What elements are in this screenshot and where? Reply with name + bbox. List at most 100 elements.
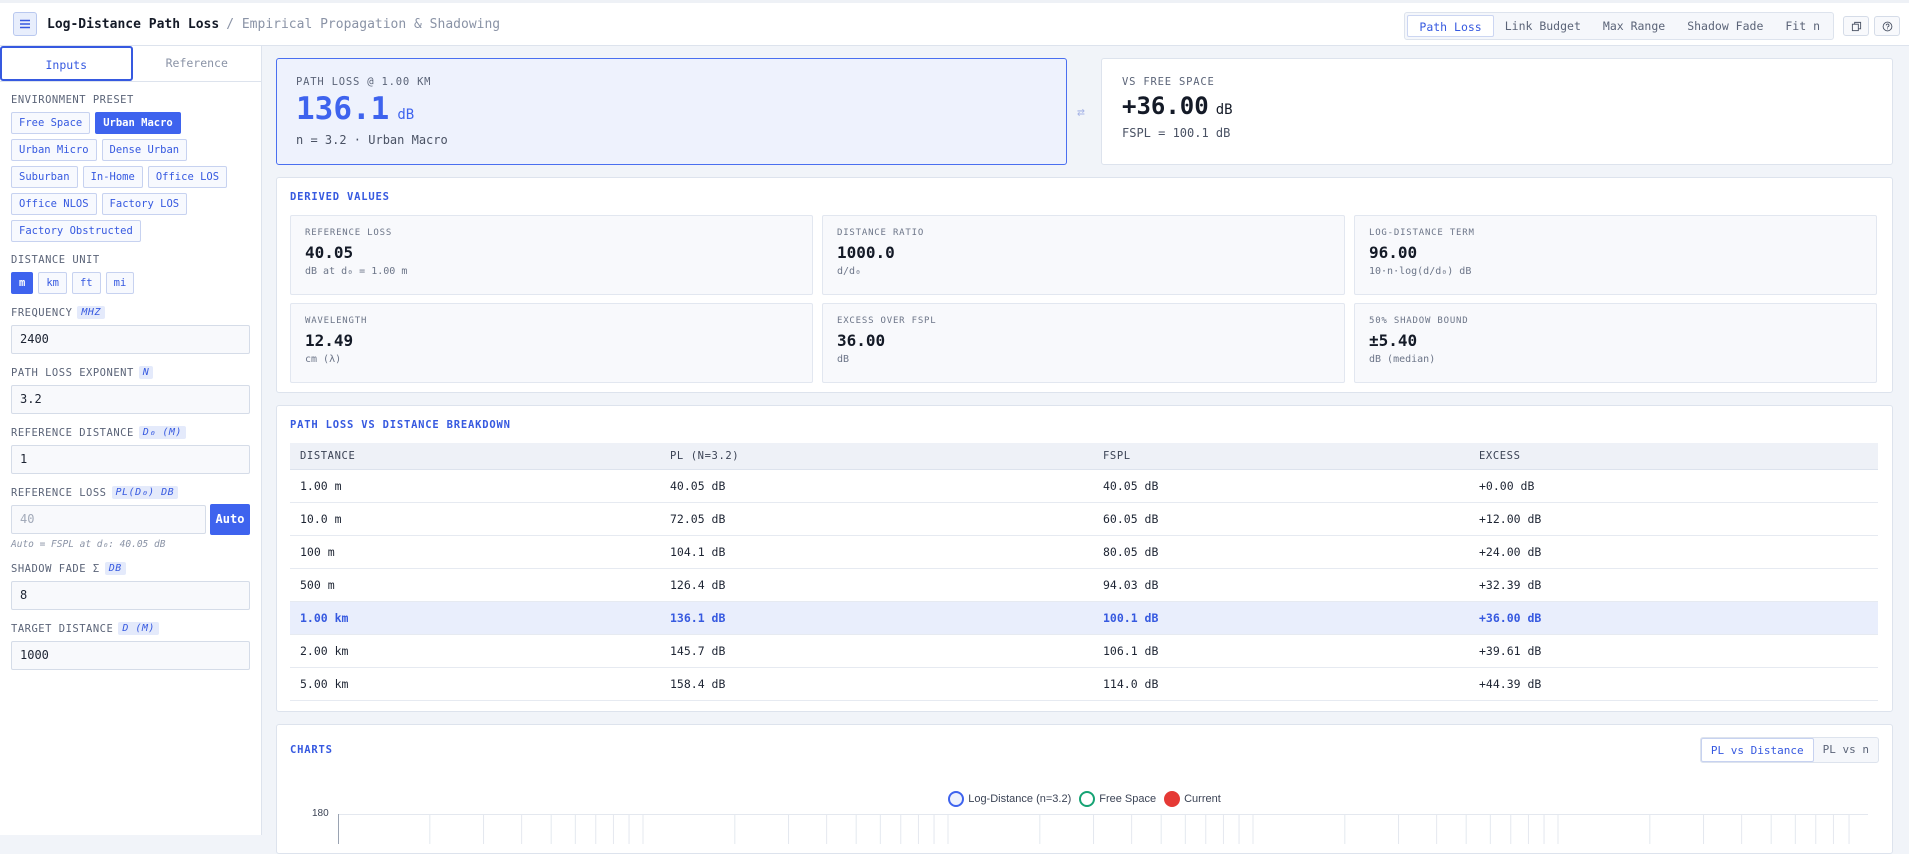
ref-loss-hint: Auto = FSPL at d₀: 40.05 dB [11,539,166,550]
sidebar: Inputs Reference ENVIRONMENT PRESET Free… [0,46,262,835]
table-cell: +0.00 dB [1469,469,1878,503]
main-nav: Path Loss Link Budget Max Range Shadow F… [1404,12,1834,40]
legend-free-space-swatch [1079,791,1096,807]
preset-factory-obstructed[interactable]: Factory Obstructed [11,220,141,242]
table-row[interactable]: 1.00 km 136.1 dB 100.1 dB +36.00 dB [290,601,1878,635]
table-cell: 104.1 dB [660,535,1093,569]
ref-loss-label: REFERENCE LOSS PL(D₀) DB [11,486,250,499]
breakdown-title: PATH LOSS VS DISTANCE BREAKDOWN [290,419,511,431]
table-cell: 1.00 km [290,601,660,635]
copy-button[interactable] [1843,16,1869,36]
table-row[interactable]: 2.00 km 145.7 dB 106.1 dB +39.61 dB [290,634,1878,668]
preset-in-home[interactable]: In-Home [82,166,143,188]
table-cell: 1.00 m [290,469,660,503]
y-tick-180: 180 [312,808,329,819]
table-header-row: DISTANCE PL (N=3.2) FSPL EXCESS [290,443,1878,470]
table-cell: 106.1 dB [1093,634,1469,668]
app-title: Log-Distance Path Loss [47,16,220,32]
table-cell: +36.00 dB [1469,601,1878,635]
table-cell: +39.61 dB [1469,634,1878,668]
table-cell: 126.4 dB [660,568,1093,602]
unit-ft[interactable]: ft [71,272,101,294]
tab-pl-vs-n[interactable]: PL vs n [1814,738,1878,762]
nav-max-range[interactable]: Max Range [1592,15,1676,37]
dv-log-distance-term: LOG-DISTANCE TERM 96.00 10·n·log(d/d₀) d… [1354,215,1877,295]
chart-legend: Log-Distance (n=3.2) Free Space Current [277,791,1892,807]
charts-title: CHARTS [290,744,333,756]
preset-dense-urban[interactable]: Dense Urban [101,139,188,161]
dv-excess-fspl: EXCESS OVER FSPL 36.00 dB [822,303,1345,383]
sidebar-tabs: Inputs Reference [0,46,261,82]
table-row[interactable]: 500 m 126.4 dB 94.03 dB +32.39 dB [290,568,1878,602]
preset-free-space[interactable]: Free Space [11,112,91,134]
top-bar: Log-Distance Path Loss / Empirical Propa… [0,0,1909,46]
help-button[interactable] [1874,16,1900,36]
auto-button[interactable]: Auto [210,504,250,535]
col-pl: PL (N=3.2) [660,443,1093,470]
target-distance-input[interactable]: 1000 [11,641,250,670]
app-subtitle: / Empirical Propagation & Shadowing [226,16,501,32]
path-loss-unit: dB [397,107,415,123]
table-cell: 60.05 dB [1093,502,1469,536]
free-space-label: VS FREE SPACE [1122,76,1215,88]
table-cell: 500 m [290,568,660,602]
tab-pl-vs-distance[interactable]: PL vs Distance [1700,738,1814,762]
col-distance: DISTANCE [290,443,660,470]
table-row[interactable]: 5.00 km 158.4 dB 114.0 dB +44.39 dB [290,667,1878,701]
derived-values-card: DERIVED VALUES REFERENCE LOSS 40.05 dB a… [276,177,1893,393]
legend-log-distance[interactable]: Log-Distance (n=3.2) [948,791,1071,807]
ref-distance-label: REFERENCE DISTANCE D₀ (M) [11,426,250,439]
preset-suburban[interactable]: Suburban [11,166,78,188]
free-space-card: VS FREE SPACE +36.00 dB FSPL = 100.1 dB [1101,58,1893,165]
dv-distance-ratio: DISTANCE RATIO 1000.0 d/d₀ [822,215,1345,295]
table-cell: +32.39 dB [1469,568,1878,602]
frequency-input[interactable]: 2400 [11,325,250,354]
unit-mi[interactable]: mi [105,272,135,294]
table-row[interactable]: 1.00 m 40.05 dB 40.05 dB +0.00 dB [290,469,1878,503]
menu-button[interactable] [13,12,37,36]
col-excess: EXCESS [1469,443,1878,470]
table-cell: 72.05 dB [660,502,1093,536]
table-cell: 158.4 dB [660,667,1093,701]
nav-link-budget[interactable]: Link Budget [1494,15,1592,37]
preset-factory-los[interactable]: Factory LOS [101,193,188,215]
tab-inputs[interactable]: Inputs [0,46,133,81]
preset-office-los[interactable]: Office LOS [147,166,228,188]
path-loss-sub: n = 3.2 · Urban Macro [296,133,448,147]
path-loss-card: PATH LOSS @ 1.00 KM 136.1 dB n = 3.2 · U… [276,58,1067,165]
distance-unit-label: DISTANCE UNIT [11,254,100,266]
nav-shadow-fade[interactable]: Shadow Fade [1676,15,1774,37]
table-cell: 40.05 dB [1093,469,1469,503]
free-space-value: +36.00 [1122,92,1209,120]
preset-office-nlos[interactable]: Office NLOS [11,193,97,215]
derived-values-title: DERIVED VALUES [290,191,390,203]
unit-km[interactable]: km [38,272,67,294]
ref-loss-input[interactable]: 40 [11,505,206,534]
table-cell: 100.1 dB [1093,601,1469,635]
preset-urban-macro[interactable]: Urban Macro [95,112,181,134]
unit-m[interactable]: m [11,272,34,294]
table-cell: 136.1 dB [660,601,1093,635]
table-cell: +12.00 dB [1469,502,1878,536]
hamburger-icon [20,19,30,29]
nav-path-loss[interactable]: Path Loss [1407,15,1494,37]
table-row[interactable]: 100 m 104.1 dB 80.05 dB +24.00 dB [290,535,1878,569]
dv-reference-loss: REFERENCE LOSS 40.05 dB at d₀ = 1.00 m [290,215,813,295]
table-cell: 114.0 dB [1093,667,1469,701]
nav-fit-n[interactable]: Fit n [1774,15,1831,37]
chart-tabs: PL vs Distance PL vs n [1699,737,1879,763]
swap-icon[interactable]: ⇄ [1077,105,1085,120]
copy-icon [1851,21,1861,31]
table-row[interactable]: 10.0 m 72.05 dB 60.05 dB +12.00 dB [290,502,1878,536]
shadow-fade-input[interactable]: 8 [11,581,250,610]
table-cell: 100 m [290,535,660,569]
legend-free-space[interactable]: Free Space [1079,791,1156,807]
ref-distance-input[interactable]: 1 [11,445,250,474]
preset-urban-micro[interactable]: Urban Micro [11,139,97,161]
table-cell: 5.00 km [290,667,660,701]
table-cell: +24.00 dB [1469,535,1878,569]
tab-reference[interactable]: Reference [133,46,262,81]
help-icon [1882,21,1892,31]
legend-current[interactable]: Current [1164,791,1221,807]
exponent-input[interactable]: 3.2 [11,385,250,414]
